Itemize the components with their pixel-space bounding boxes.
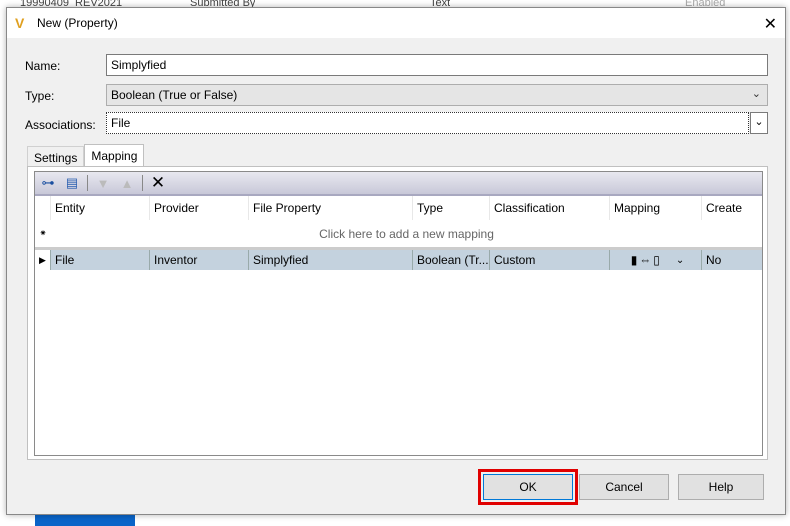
title-bar: V New (Property) ✕	[7, 8, 785, 38]
delete-icon[interactable]: ✕	[149, 173, 167, 192]
chevron-down-icon: ⌄	[751, 88, 761, 100]
type-value: Boolean (True or False)	[111, 88, 238, 102]
type-select[interactable]: Boolean (True or False) ⌄	[106, 84, 768, 106]
list-view-icon[interactable]: ▤	[63, 174, 81, 192]
move-down-icon[interactable]: ▼	[94, 174, 112, 192]
help-button[interactable]: Help	[678, 474, 764, 500]
new-mapping-prompt[interactable]: Click here to add a new mapping	[51, 227, 762, 241]
column-header-type[interactable]: Type	[413, 196, 490, 220]
bg-selection	[35, 515, 135, 526]
close-icon[interactable]: ✕	[764, 14, 777, 34]
toolbar-separator	[142, 175, 143, 191]
cell-create: No	[702, 250, 762, 270]
name-label: Name:	[25, 59, 61, 73]
table-row[interactable]: ▶ File Inventor Simplyfied Boolean (Tr..…	[35, 250, 762, 270]
column-header-create[interactable]: Create	[702, 196, 762, 220]
grid-header: Entity Provider File Property Type Class…	[35, 196, 762, 220]
column-header-file-property[interactable]: File Property	[249, 196, 413, 220]
associations-value: File	[111, 116, 131, 130]
vault-property-icon: ▮	[630, 253, 638, 267]
bidirectional-arrow-icon: ⇔	[639, 253, 652, 267]
mapping-panel: ⊶ ▤ ▼ ▲ ✕ Entity Provider File Property …	[27, 166, 768, 460]
dialog-title: New (Property)	[37, 16, 118, 30]
cell-type: Boolean (Tr...	[413, 250, 490, 270]
add-mapping-icon[interactable]: ⊶	[39, 174, 57, 192]
vault-logo-icon: V	[15, 15, 25, 31]
chevron-down-icon[interactable]: ⌄	[676, 255, 684, 266]
grid-toolbar: ⊶ ▤ ▼ ▲ ✕	[35, 172, 762, 196]
toolbar-separator	[87, 175, 88, 191]
associations-label: Associations:	[25, 118, 96, 132]
name-input[interactable]: Simplyfied	[106, 54, 768, 76]
cancel-button[interactable]: Cancel	[579, 474, 669, 500]
ok-button[interactable]: OK	[478, 469, 578, 505]
type-label: Type:	[25, 89, 55, 103]
cell-classification: Custom	[490, 250, 610, 270]
associations-dropdown-button[interactable]: ⌄	[750, 112, 768, 134]
mapping-grid: ⊶ ▤ ▼ ▲ ✕ Entity Provider File Property …	[34, 171, 763, 456]
column-header-mapping[interactable]: Mapping	[610, 196, 702, 220]
column-header-provider[interactable]: Provider	[150, 196, 249, 220]
new-mapping-row[interactable]: ⁕ Click here to add a new mapping	[35, 220, 762, 250]
new-property-dialog: V New (Property) ✕ Name: Simplyfied Type…	[6, 7, 786, 515]
row-pointer-icon: ▶	[35, 250, 51, 270]
new-row-icon: ⁕	[39, 228, 47, 238]
column-header-classification[interactable]: Classification	[490, 196, 610, 220]
file-icon: ▯	[653, 253, 660, 267]
cell-entity: File	[51, 250, 150, 270]
cell-file-property: Simplyfied	[249, 250, 413, 270]
associations-select[interactable]: File	[106, 112, 749, 134]
cell-mapping[interactable]: ▮ ⇔ ▯ ⌄	[610, 250, 702, 270]
column-header-entity[interactable]: Entity	[51, 196, 150, 220]
move-up-icon[interactable]: ▲	[118, 174, 136, 192]
cell-provider: Inventor	[150, 250, 249, 270]
